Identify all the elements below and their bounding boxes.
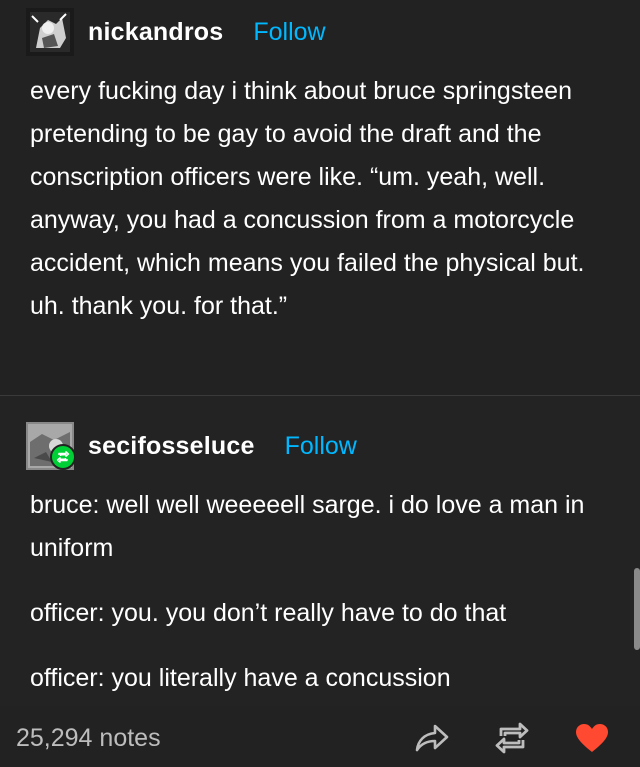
reblog-paragraph: officer: you. you don’t really have to d… (30, 599, 507, 627)
post-text: every fucking day i think about bruce sp… (30, 77, 585, 320)
share-icon (415, 724, 449, 752)
follow-button[interactable]: Follow (253, 18, 325, 47)
like-icon (576, 724, 608, 752)
scrollbar[interactable] (634, 568, 640, 650)
reblog-text: bruce: well well weeeeell sarge. i do lo… (30, 484, 600, 700)
reblog-icon (495, 722, 529, 754)
reblog-badge-icon (56, 451, 70, 463)
post-footer: 25,294 notes (0, 706, 640, 767)
reblog-button[interactable] (492, 718, 532, 758)
follow-button[interactable]: Follow (285, 432, 357, 461)
username[interactable]: nickandros (88, 18, 223, 47)
post-reblog: secifosseluce Follow bruce: well well we… (0, 396, 640, 706)
share-button[interactable] (412, 718, 452, 758)
notes-count[interactable]: 25,294 notes (16, 724, 161, 753)
username[interactable]: secifosseluce (88, 432, 255, 461)
reblog-badge (50, 444, 76, 470)
reblog-paragraph: bruce: well well weeeeell sarge. i do lo… (30, 491, 585, 562)
like-button[interactable] (572, 718, 612, 758)
avatar[interactable] (26, 422, 76, 470)
avatar[interactable] (26, 8, 74, 56)
post-header: secifosseluce Follow (26, 422, 357, 470)
post-actions (412, 718, 612, 758)
post-original: nickandros Follow every fucking day i th… (0, 0, 640, 396)
post-header: nickandros Follow (26, 8, 326, 56)
reblog-paragraph: officer: you literally have a concussion (30, 664, 451, 692)
